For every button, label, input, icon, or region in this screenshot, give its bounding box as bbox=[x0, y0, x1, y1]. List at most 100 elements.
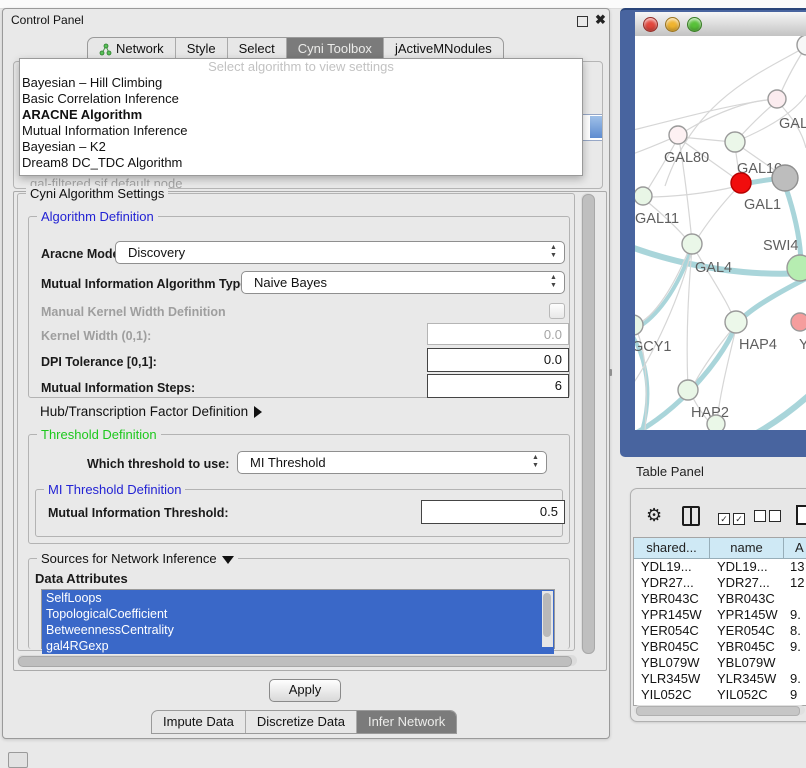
dropdown-item[interactable]: Bayesian – Hill Climbing bbox=[20, 75, 582, 91]
table-row[interactable]: YIL052CYIL052C9 bbox=[634, 687, 806, 703]
table-row[interactable]: YER054CYER054C8. bbox=[634, 623, 806, 639]
float-panel-icon[interactable] bbox=[577, 16, 588, 27]
table-horizontal-scrollbar[interactable] bbox=[634, 705, 805, 715]
table-cell[interactable]: YDR27... bbox=[710, 575, 784, 591]
table-cell[interactable]: YBR043C bbox=[634, 591, 710, 607]
network-node[interactable] bbox=[725, 132, 745, 152]
table-cell[interactable]: YIL052C bbox=[710, 687, 784, 703]
network-node[interactable] bbox=[797, 36, 806, 55]
aracne-mode-combobox[interactable]: Discovery ▲▼ bbox=[115, 241, 565, 264]
table-cell[interactable]: 8. bbox=[784, 623, 806, 639]
column-header-name[interactable]: name bbox=[710, 538, 784, 559]
network-node[interactable] bbox=[682, 234, 702, 254]
vertical-scrollbar[interactable] bbox=[581, 193, 594, 653]
network-edge[interactable] bbox=[739, 388, 806, 430]
dpi-tolerance-field[interactable]: 0.0 bbox=[427, 348, 569, 372]
network-canvas[interactable]: GALGAL80GAL10GAL1GAL11GAL4SWI4GCY1HAP4YH… bbox=[635, 36, 806, 430]
network-edge[interactable] bbox=[646, 186, 738, 197]
table-cell[interactable]: YIL052C bbox=[634, 687, 710, 703]
tab-impute-data[interactable]: Impute Data bbox=[152, 711, 246, 733]
mi-threshold-field[interactable]: 0.5 bbox=[421, 500, 565, 524]
table-cell[interactable]: YDL19... bbox=[634, 559, 710, 575]
table-cell[interactable]: YBL079W bbox=[634, 655, 710, 671]
network-edge[interactable] bbox=[687, 249, 692, 388]
tab-style[interactable]: Style bbox=[176, 38, 228, 60]
table-cell[interactable]: YLR345W bbox=[710, 671, 784, 687]
tab-network[interactable]: Network bbox=[88, 38, 176, 60]
table-row[interactable]: YDL19...YDL19...13 bbox=[634, 559, 806, 575]
table-cell[interactable]: 9. bbox=[784, 607, 806, 623]
file-icon[interactable] bbox=[796, 505, 806, 525]
minimized-panel-icon[interactable] bbox=[8, 752, 28, 768]
tab-discretize-data[interactable]: Discretize Data bbox=[246, 711, 357, 733]
manual-kernel-checkbox[interactable] bbox=[549, 303, 565, 319]
deselect-all-icon[interactable] bbox=[754, 509, 784, 527]
minimize-traffic-button[interactable] bbox=[665, 17, 680, 32]
table-cell[interactable]: YBR045C bbox=[634, 639, 710, 655]
network-node[interactable] bbox=[772, 165, 798, 191]
list-item[interactable]: SelfLoops bbox=[42, 590, 554, 606]
list-item[interactable]: TopologicalCoefficient bbox=[42, 606, 554, 622]
zoom-traffic-button[interactable] bbox=[687, 17, 702, 32]
network-node[interactable] bbox=[635, 187, 652, 205]
tab-select[interactable]: Select bbox=[228, 38, 287, 60]
table-row[interactable]: YBL079WYBL079W bbox=[634, 655, 806, 671]
table-horizontal-scrollbar-thumb[interactable] bbox=[636, 706, 800, 716]
table-cell[interactable]: 12 bbox=[784, 575, 806, 591]
table-cell[interactable]: YBR045C bbox=[710, 639, 784, 655]
table-cell[interactable]: 9. bbox=[784, 639, 806, 655]
split-columns-icon[interactable] bbox=[682, 506, 700, 526]
kernel-width-field[interactable]: 0.0 bbox=[427, 323, 569, 345]
table-cell[interactable]: YBL079W bbox=[710, 655, 784, 671]
table-row[interactable]: YDR27...YDR27...12 bbox=[634, 575, 806, 591]
data-attributes-list[interactable]: SelfLoops TopologicalCoefficient Between… bbox=[41, 589, 555, 649]
tab-cyni-toolbox[interactable]: Cyni Toolbox bbox=[287, 38, 384, 60]
column-header-shared[interactable]: shared... bbox=[634, 538, 710, 559]
table-row[interactable]: YBR043CYBR043C bbox=[634, 591, 806, 607]
network-node[interactable] bbox=[791, 313, 806, 331]
network-node[interactable] bbox=[678, 380, 698, 400]
which-threshold-combobox[interactable]: MI Threshold ▲▼ bbox=[237, 451, 547, 474]
network-node[interactable] bbox=[768, 90, 786, 108]
network-node[interactable] bbox=[731, 173, 751, 193]
network-edge[interactable] bbox=[786, 188, 801, 266]
splitter-handle[interactable] bbox=[609, 369, 612, 376]
list-scrollbar[interactable] bbox=[542, 591, 553, 647]
tab-jactivemnodules[interactable]: jActiveMNodules bbox=[384, 38, 503, 60]
dropdown-item[interactable]: Basic Correlation Inference bbox=[20, 91, 582, 107]
list-item[interactable]: gal4RGexp bbox=[42, 638, 554, 654]
sources-title[interactable]: Sources for Network Inference bbox=[37, 551, 238, 566]
network-edge[interactable] bbox=[737, 102, 776, 140]
network-node[interactable] bbox=[669, 126, 687, 144]
horizontal-scrollbar[interactable] bbox=[17, 655, 577, 666]
network-node[interactable] bbox=[635, 315, 643, 335]
dropdown-item[interactable]: Dream8 DC_TDC Algorithm bbox=[20, 155, 582, 171]
horizontal-scrollbar-thumb[interactable] bbox=[18, 656, 572, 667]
table-cell[interactable]: YER054C bbox=[710, 623, 784, 639]
table-row[interactable]: YPR145WYPR145W9. bbox=[634, 607, 806, 623]
select-all-icon[interactable]: ✓✓ bbox=[718, 509, 748, 527]
network-edge[interactable] bbox=[635, 99, 775, 131]
dropdown-item-selected[interactable]: ARACNE Algorithm bbox=[20, 107, 582, 123]
hub-definition-toggle[interactable]: Hub/Transcription Factor Definition bbox=[40, 404, 262, 419]
table-cell[interactable]: 9. bbox=[784, 671, 806, 687]
close-traffic-button[interactable] bbox=[643, 17, 658, 32]
dropdown-item[interactable]: Mutual Information Inference bbox=[20, 123, 582, 139]
tab-infer-network[interactable]: Infer Network bbox=[357, 711, 456, 733]
table-cell[interactable]: YPR145W bbox=[634, 607, 710, 623]
network-edge[interactable] bbox=[695, 187, 738, 242]
list-scrollbar-thumb[interactable] bbox=[543, 593, 551, 637]
column-header-clipped[interactable]: A bbox=[784, 538, 806, 559]
vertical-scrollbar-thumb[interactable] bbox=[582, 194, 595, 654]
apply-button[interactable]: Apply bbox=[269, 679, 341, 702]
table-cell[interactable] bbox=[784, 655, 806, 671]
table-cell[interactable]: YDR27... bbox=[634, 575, 710, 591]
table-cell[interactable]: 9 bbox=[784, 687, 806, 703]
list-item[interactable]: BetweennessCentrality bbox=[42, 622, 554, 638]
dropdown-item[interactable]: Bayesian – K2 bbox=[20, 139, 582, 155]
network-window-titlebar[interactable] bbox=[635, 12, 806, 37]
network-node[interactable] bbox=[787, 255, 806, 281]
network-edge[interactable] bbox=[694, 248, 734, 320]
mi-type-combobox[interactable]: Naive Bayes ▲▼ bbox=[241, 271, 565, 294]
table-cell[interactable]: 13 bbox=[784, 559, 806, 575]
